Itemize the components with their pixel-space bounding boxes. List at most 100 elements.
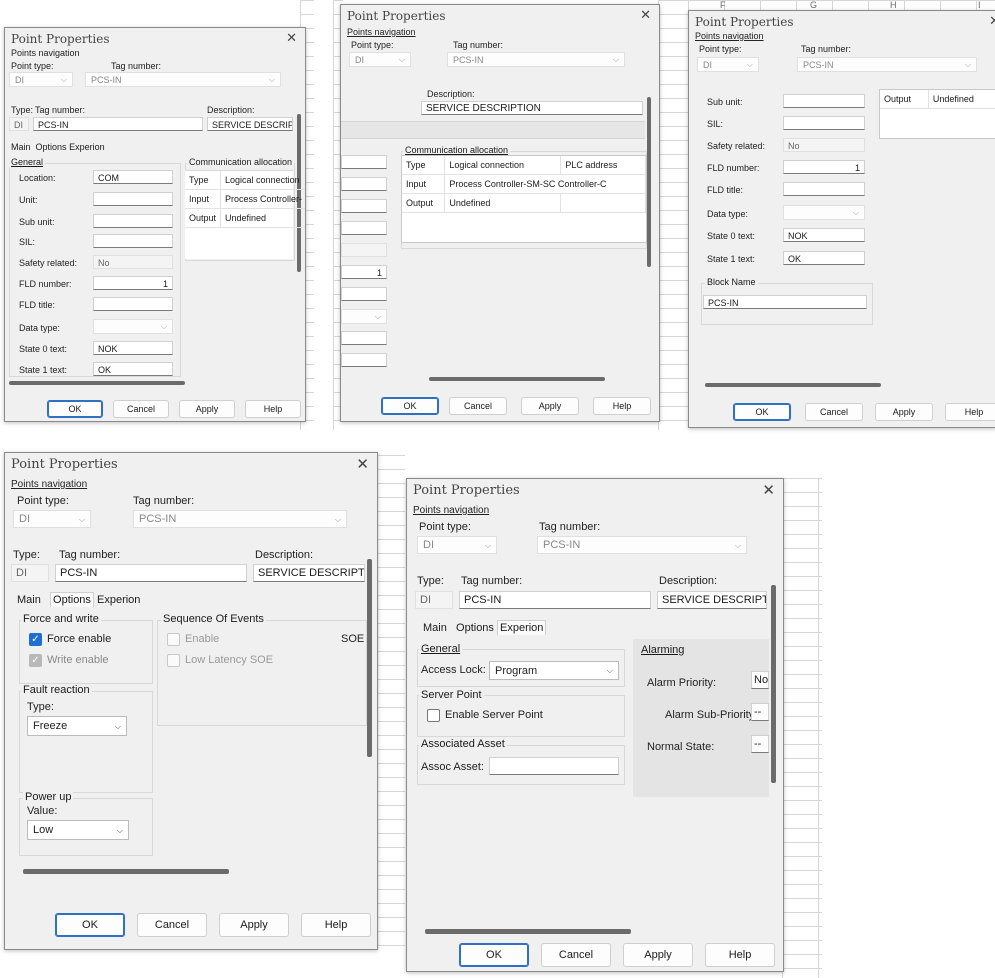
point-type-combo[interactable]: DI ⌵ [9, 72, 73, 87]
tab-options[interactable]: Options [36, 142, 67, 152]
help-button[interactable]: Help [593, 397, 651, 415]
point-type-combo[interactable]: DI ⌵ [417, 536, 497, 554]
cancel-button[interactable]: Cancel [113, 400, 169, 418]
sub-unit-field[interactable] [783, 94, 865, 108]
close-icon[interactable]: ✕ [640, 7, 651, 23]
unit-field[interactable] [93, 192, 173, 206]
description-field[interactable]: SERVICE DESCRIPTI [207, 117, 293, 131]
description-field[interactable]: SERVICE DESCRIPTION [421, 101, 643, 115]
enable-checkbox[interactable] [167, 633, 180, 646]
unit-field[interactable] [341, 177, 387, 191]
access-lock-combo[interactable]: Program ⌵ [489, 661, 619, 680]
tab-experion[interactable]: Experion [497, 620, 547, 635]
ok-button[interactable]: OK [459, 943, 529, 967]
assoc-asset-field[interactable] [489, 757, 619, 775]
close-icon[interactable]: ✕ [989, 13, 995, 29]
force-enable-checkbox[interactable]: ✓ [29, 633, 42, 646]
state1-field[interactable] [341, 353, 387, 367]
ok-button[interactable]: OK [381, 397, 439, 415]
apply-button[interactable]: Apply [179, 400, 235, 418]
alarm-sub-priority-field[interactable]: -- [751, 703, 769, 721]
data-type-combo[interactable]: ⌵ [93, 319, 173, 334]
tag-field[interactable]: PCS-IN [55, 564, 247, 582]
vertical-scrollbar[interactable] [367, 559, 372, 757]
sil-field[interactable] [783, 116, 865, 130]
sil-field[interactable] [341, 221, 387, 235]
location-field[interactable] [341, 155, 387, 169]
apply-button[interactable]: Apply [219, 913, 289, 937]
tab-experion[interactable]: Experion [69, 142, 105, 152]
cancel-button[interactable]: Cancel [449, 397, 507, 415]
table-row[interactable]: Input Process Controller-SM-SC Controller… [402, 174, 646, 194]
horizontal-scrollbar[interactable] [9, 381, 185, 385]
table-row[interactable]: Output Undefined [185, 208, 305, 228]
fault-type-combo[interactable]: Freeze ⌵ [27, 716, 127, 736]
cancel-button[interactable]: Cancel [541, 943, 611, 967]
tag-number-combo[interactable]: PCS-IN ⌵ [537, 536, 747, 554]
horizontal-scrollbar[interactable] [429, 377, 605, 381]
alarm-priority-field[interactable]: No [751, 671, 769, 689]
sil-field[interactable] [93, 234, 173, 248]
apply-button[interactable]: Apply [623, 943, 693, 967]
fld-title-field[interactable] [341, 287, 387, 301]
sub-unit-field[interactable] [93, 214, 173, 228]
block-name-field[interactable]: PCS-IN [703, 295, 867, 309]
close-icon[interactable]: ✕ [356, 455, 369, 473]
table-row[interactable]: Type Logical connection PLC address [402, 156, 646, 175]
ok-button[interactable]: OK [47, 400, 103, 418]
horizontal-scrollbar[interactable] [705, 383, 881, 387]
ok-button[interactable]: OK [733, 403, 791, 421]
state0-field[interactable] [341, 331, 387, 345]
table-row[interactable]: Type Logical connection [185, 171, 305, 190]
fld-number-field[interactable]: 1 [783, 160, 865, 174]
vertical-scrollbar[interactable] [647, 97, 651, 267]
tag-number-combo[interactable]: PCS-IN ⌵ [797, 57, 977, 72]
sub-unit-field[interactable] [341, 199, 387, 213]
fld-number-field[interactable]: 1 [341, 265, 387, 279]
description-field[interactable]: SERVICE DESCRIPTI [253, 564, 365, 582]
tab-main[interactable]: Main [17, 594, 41, 606]
state1-field[interactable]: OK [93, 362, 173, 376]
table-row[interactable]: Output Undefined [880, 90, 995, 109]
tab-main[interactable]: Main [11, 142, 31, 152]
help-button[interactable]: Help [301, 913, 371, 937]
fld-number-field[interactable]: 1 [93, 276, 173, 290]
cancel-button[interactable]: Cancel [805, 403, 863, 421]
close-icon[interactable]: ✕ [286, 30, 297, 46]
tag-number-combo[interactable]: PCS-IN ⌵ [133, 510, 347, 528]
help-button[interactable]: Help [945, 403, 995, 421]
power-up-value-combo[interactable]: Low ⌵ [27, 820, 129, 840]
tab-options[interactable]: Options [456, 622, 494, 634]
point-type-combo[interactable]: DI ⌵ [13, 510, 91, 528]
low-latency-soe-checkbox[interactable] [167, 654, 180, 667]
horizontal-scrollbar[interactable] [425, 929, 631, 934]
tag-field[interactable]: PCS-IN [33, 117, 203, 131]
tag-field[interactable]: PCS-IN [459, 591, 651, 609]
ok-button[interactable]: OK [55, 913, 125, 937]
apply-button[interactable]: Apply [875, 403, 933, 421]
close-icon[interactable]: ✕ [762, 481, 775, 499]
help-button[interactable]: Help [245, 400, 301, 418]
tab-main[interactable]: Main [423, 622, 447, 634]
state1-field[interactable]: OK [783, 251, 865, 265]
tag-number-combo[interactable]: PCS-IN ⌵ [85, 72, 281, 87]
fld-title-field[interactable] [783, 182, 865, 196]
location-field[interactable]: COM [93, 170, 173, 184]
tab-experion[interactable]: Experion [97, 594, 140, 606]
write-enable-checkbox[interactable]: ✓ [29, 654, 42, 667]
tag-number-combo[interactable]: PCS-IN ⌵ [447, 52, 625, 67]
apply-button[interactable]: Apply [521, 397, 579, 415]
state0-field[interactable]: NOK [783, 228, 865, 242]
data-type-combo[interactable]: ⌵ [783, 205, 865, 220]
table-row[interactable]: Output Undefined [402, 193, 646, 213]
description-field[interactable]: SERVICE DESCRIPTI [657, 591, 767, 609]
point-type-combo[interactable]: DI ⌵ [697, 57, 759, 72]
help-button[interactable]: Help [705, 943, 775, 967]
vertical-scrollbar[interactable] [771, 585, 776, 783]
point-type-combo[interactable]: DI ⌵ [349, 52, 411, 67]
enable-server-point-checkbox[interactable] [427, 709, 440, 722]
cancel-button[interactable]: Cancel [137, 913, 207, 937]
data-type-combo[interactable]: ⌵ [341, 309, 387, 324]
normal-state-field[interactable]: -- [751, 735, 769, 753]
table-row[interactable]: Input Process Controller- [185, 189, 305, 209]
